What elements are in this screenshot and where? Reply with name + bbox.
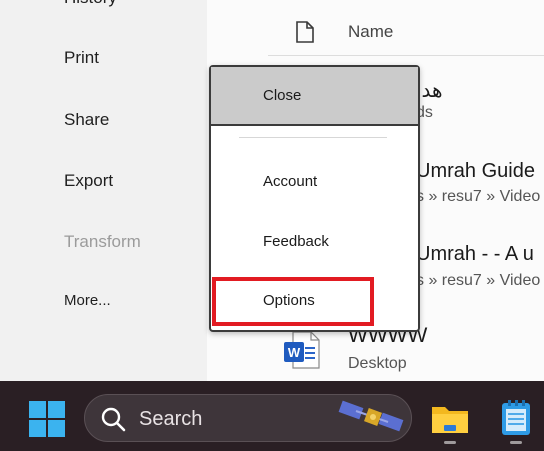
file-row-path: s » resu7 » Video — [416, 188, 541, 205]
file-explorer-icon[interactable] — [430, 401, 470, 437]
nav-item-share[interactable]: Share — [64, 110, 109, 130]
nav-item-export[interactable]: Export — [64, 171, 113, 191]
nav-item-history[interactable]: History — [64, 0, 117, 8]
menu-item-account[interactable]: Account — [263, 173, 317, 190]
svg-text:W: W — [288, 345, 301, 360]
file-row-title[interactable]: Umrah - - A u — [416, 243, 534, 266]
column-header-name[interactable]: Name — [348, 22, 393, 42]
taskbar-running-indicator — [510, 441, 522, 444]
word-document-icon: W — [284, 331, 320, 369]
notepad-icon[interactable] — [500, 399, 532, 437]
menu-item-close-label: Close — [263, 87, 302, 104]
nav-item-more[interactable]: More... — [64, 292, 111, 309]
nav-item-transform: Transform — [64, 232, 141, 251]
file-row-path: s » resu7 » Video — [416, 272, 541, 289]
nav-item-print[interactable]: Print — [64, 48, 99, 68]
taskbar-search-label: Search — [139, 408, 203, 430]
search-icon — [101, 407, 126, 432]
menu-item-feedback[interactable]: Feedback — [263, 233, 329, 250]
menu-separator — [239, 137, 387, 138]
file-row-title[interactable]: Umrah Guide — [416, 160, 535, 183]
options-highlight-box — [212, 277, 374, 326]
taskbar-running-indicator — [444, 441, 456, 444]
windows-start-icon[interactable] — [29, 401, 65, 437]
file-row-path: Desktop — [348, 355, 407, 372]
document-icon — [296, 21, 314, 43]
menu-item-close[interactable]: Close — [211, 67, 418, 126]
satellite-icon — [338, 400, 404, 432]
